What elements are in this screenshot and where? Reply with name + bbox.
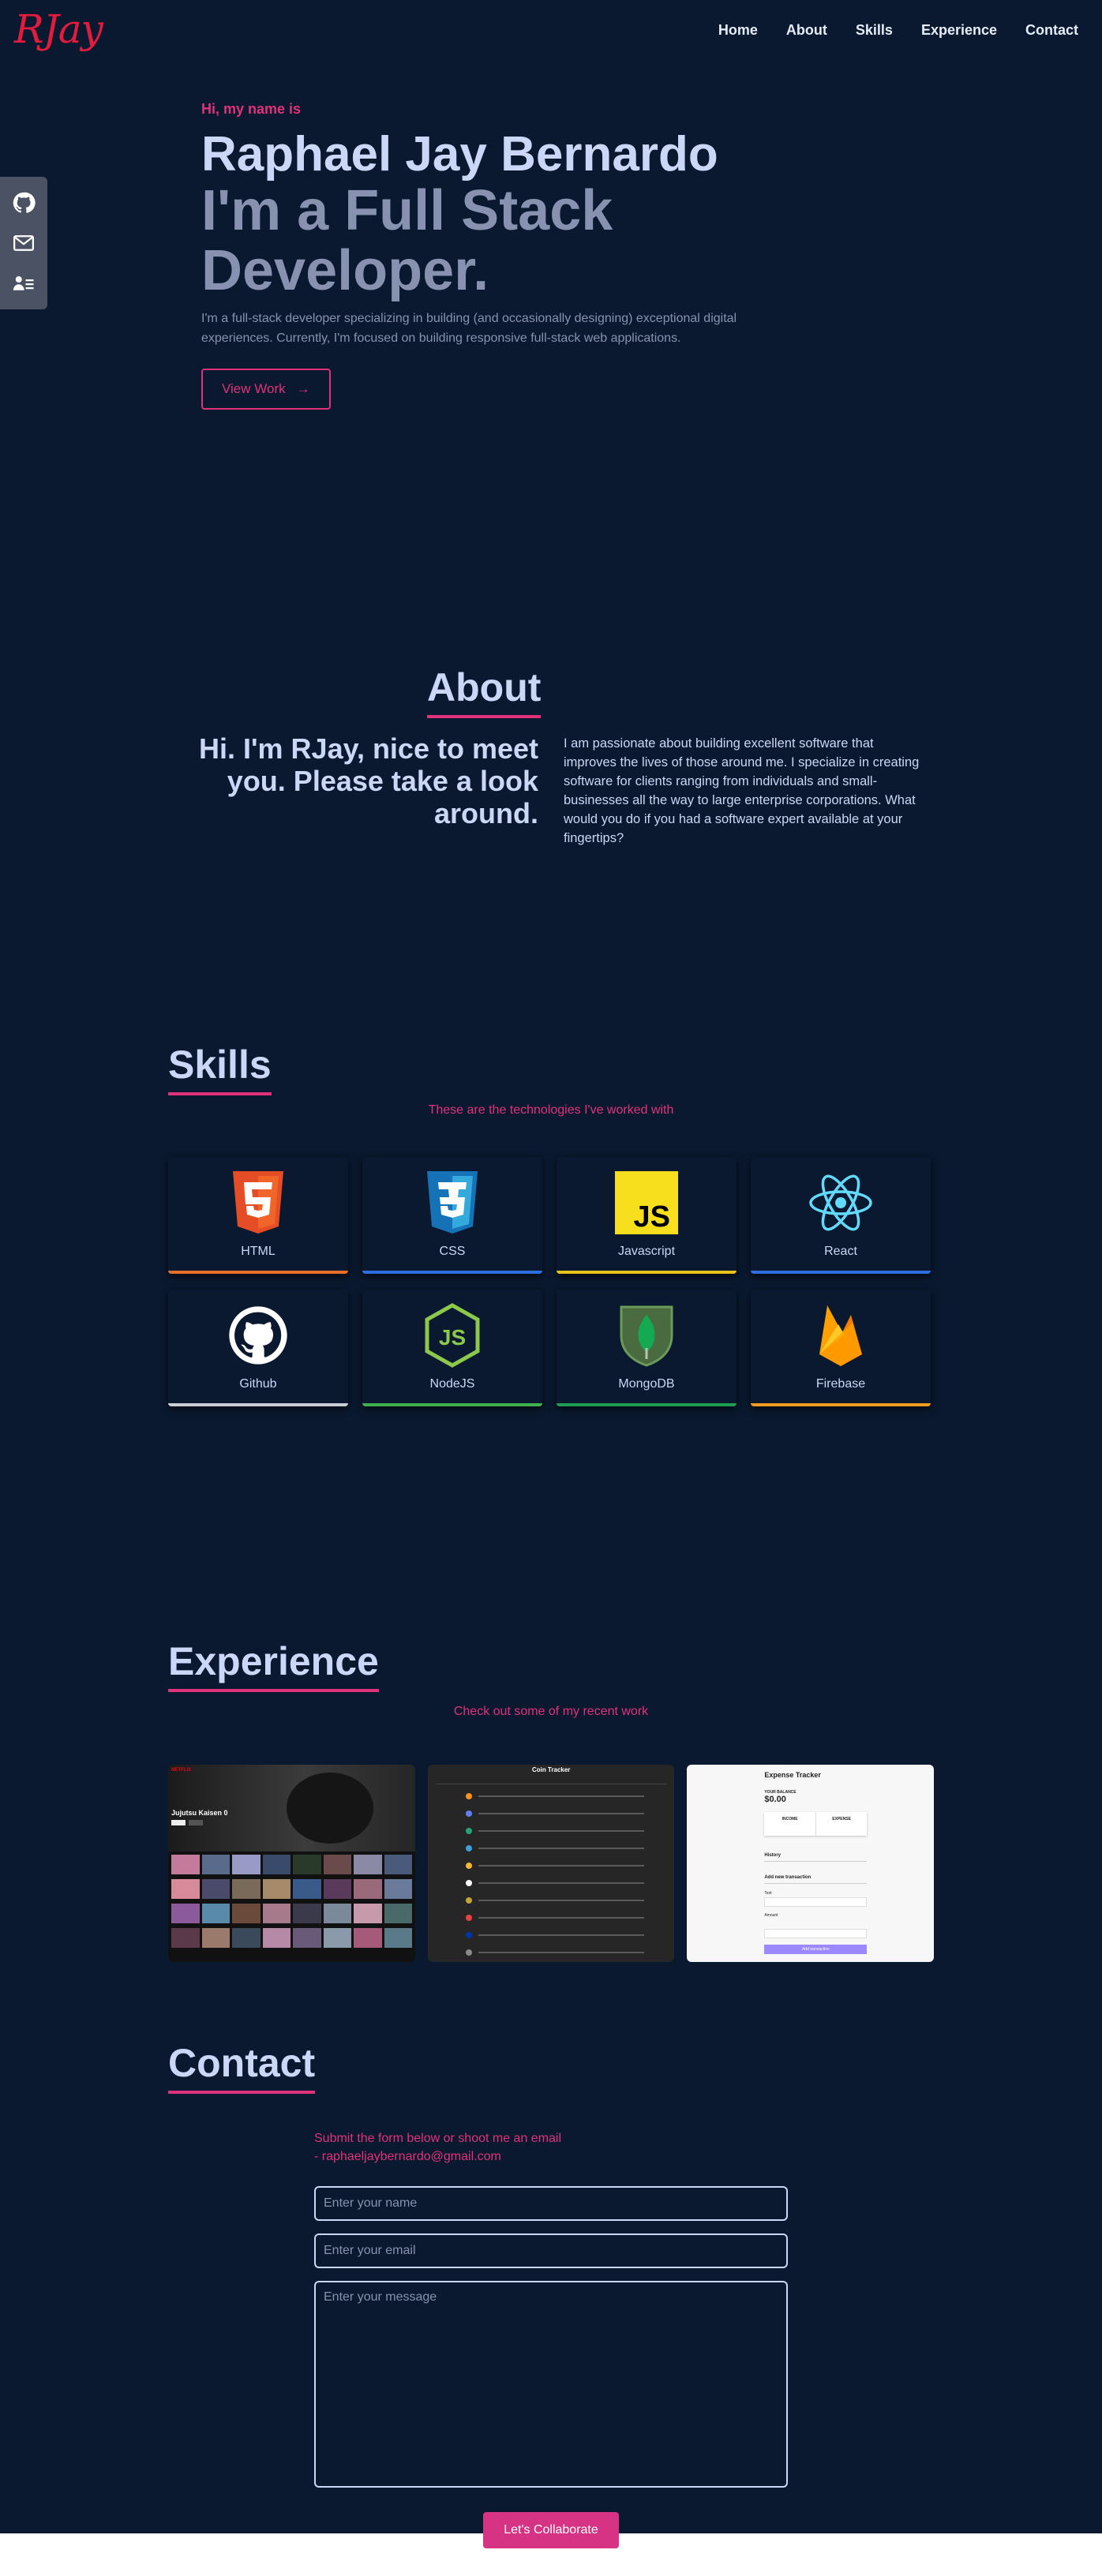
email-input[interactable] — [314, 2233, 788, 2268]
skill-label: HTML — [241, 1245, 276, 1258]
coin-table — [436, 1793, 667, 1956]
about-text: I am passionate about building excellent… — [564, 736, 920, 845]
nav-contact[interactable]: Contact — [1025, 22, 1078, 39]
work-card-anime[interactable]: NETFLIX Jujutsu Kaisen 0 — [168, 1765, 415, 1962]
javascript-icon: JS — [613, 1169, 680, 1237]
work-gallery: NETFLIX Jujutsu Kaisen 0 Coin Tracker Ex… — [168, 1765, 935, 1962]
nodejs-icon: JS — [418, 1301, 486, 1369]
play-button — [171, 1820, 186, 1825]
hero-name: Raphael Jay Bernardo — [201, 127, 718, 182]
skill-label: Github — [239, 1377, 277, 1391]
mail-icon[interactable] — [12, 231, 36, 255]
work-card-expense-tracker[interactable]: Expense Tracker YOUR BALANCE $0.00 INCOM… — [687, 1765, 935, 1962]
skill-label: Firebase — [815, 1377, 866, 1391]
work-caption: Jujutsu Kaisen 0 — [171, 1809, 228, 1817]
view-work-label: View Work — [222, 381, 286, 396]
hero-section: Hi, my name is Raphael Jay Bernardo I'm … — [201, 101, 801, 410]
html5-icon — [224, 1169, 292, 1237]
contact-subtitle-line1: Submit the form below or shoot me an ema… — [314, 2132, 562, 2145]
skill-card-firebase: Firebase — [751, 1290, 931, 1406]
income-expense-box: INCOME EXPENSE — [764, 1812, 868, 1836]
mongodb-icon — [613, 1301, 680, 1369]
work-caption: Expense Tracker — [764, 1771, 821, 1779]
nav-home[interactable]: Home — [718, 22, 758, 39]
work-brand: NETFLIX — [171, 1768, 191, 1773]
skill-card-css: CSS — [362, 1157, 542, 1274]
skill-label: NodeJS — [429, 1377, 475, 1391]
skills-title: Skills — [168, 1042, 272, 1095]
social-sidebar — [0, 177, 47, 309]
list-button — [189, 1820, 203, 1825]
name-input[interactable] — [314, 2186, 788, 2221]
message-textarea[interactable] — [314, 2281, 788, 2488]
nav-about[interactable]: About — [786, 22, 827, 39]
hero-role-line1: I'm a Full Stack — [201, 179, 613, 242]
github-icon — [224, 1301, 292, 1369]
contact-email[interactable]: - raphaeljaybernardo@gmail.com — [314, 2147, 561, 2166]
site-logo[interactable]: RJay — [14, 6, 103, 52]
contact-card-icon[interactable] — [12, 271, 36, 295]
skill-card-mongodb: MongoDB — [557, 1290, 737, 1406]
skill-card-html: HTML — [168, 1157, 348, 1274]
firebase-icon — [807, 1301, 875, 1369]
skill-card-javascript: JS Javascript — [557, 1157, 737, 1274]
hero-greeting: Hi, my name is — [201, 101, 302, 117]
skill-card-github: Github — [168, 1290, 348, 1406]
skill-label: MongoDB — [618, 1377, 675, 1391]
collaborate-button[interactable]: Let's Collaborate — [483, 2512, 619, 2548]
work-caption: Coin Tracker — [531, 1766, 571, 1773]
skills-grid: HTML CSS JS Javascript React Github JS N… — [168, 1157, 934, 1406]
about-title: About — [427, 665, 542, 718]
view-work-button[interactable]: View Work → — [201, 369, 331, 410]
arrow-right-icon: → — [296, 381, 310, 396]
work-card-coin-tracker[interactable]: Coin Tracker — [427, 1765, 675, 1962]
experience-subtitle: Check out some of my recent work — [453, 1705, 649, 1718]
skill-card-nodejs: JS NodeJS — [362, 1290, 542, 1406]
page: RJay Home About Skills Experience Contac… — [0, 0, 1102, 2533]
hero-role-line2: Developer. — [201, 239, 489, 302]
work-hero-art — [287, 1773, 373, 1844]
hero-description: I'm a full-stack developer specializing … — [201, 312, 737, 345]
skill-label: React — [824, 1245, 857, 1258]
svg-text:JS: JS — [634, 1200, 670, 1234]
thumbnail-grid — [171, 1855, 412, 1948]
nav-experience[interactable]: Experience — [921, 22, 997, 39]
experience-title: Experience — [168, 1638, 379, 1692]
main-nav: Home About Skills Experience Contact — [718, 22, 1078, 39]
skill-label: CSS — [439, 1245, 466, 1258]
svg-text:JS: JS — [439, 1325, 466, 1350]
contact-title: Contact — [168, 2040, 316, 2094]
skill-card-react: React — [751, 1157, 931, 1274]
about-lead: Hi. I'm RJay, nice to meet you. Please t… — [198, 732, 538, 829]
css3-icon — [418, 1169, 486, 1237]
skills-subtitle: These are the technologies I've worked w… — [428, 1103, 674, 1117]
skill-label: Javascript — [617, 1245, 676, 1258]
nav-skills[interactable]: Skills — [856, 22, 893, 39]
github-icon[interactable] — [12, 191, 36, 215]
contact-subtitle: Submit the form below or shoot me an ema… — [314, 2129, 561, 2166]
react-icon — [807, 1169, 875, 1237]
